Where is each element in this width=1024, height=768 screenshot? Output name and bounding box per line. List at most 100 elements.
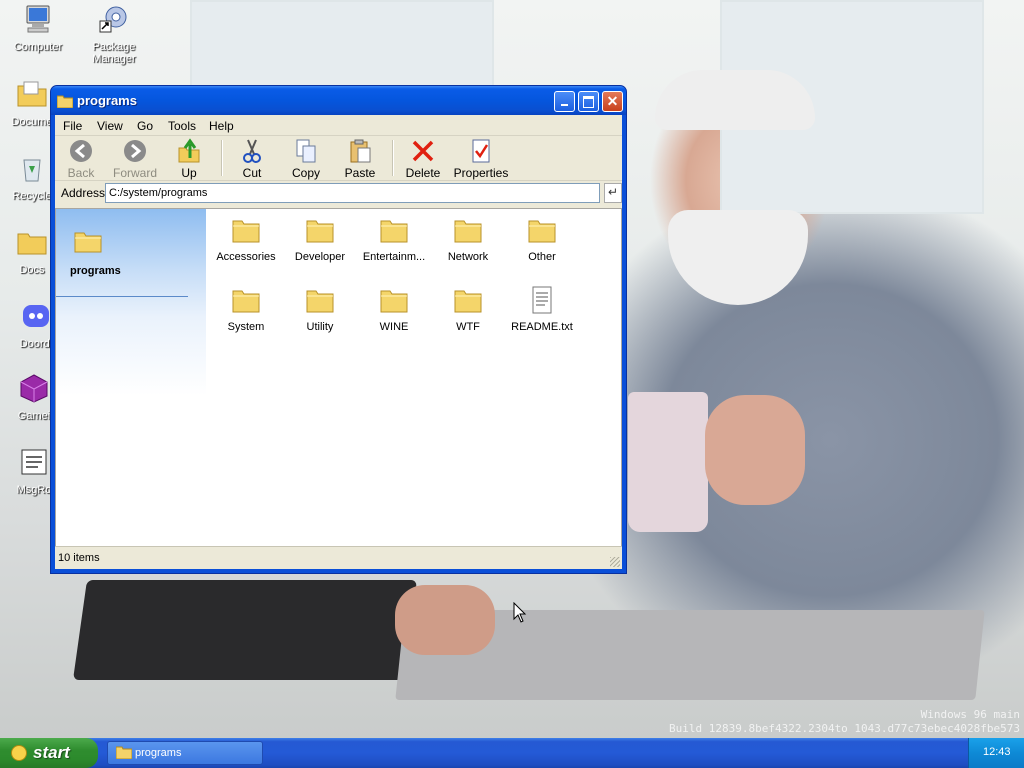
status-text: 10 items	[58, 552, 100, 564]
item-label: WTF	[456, 321, 480, 333]
toolbar-separator	[392, 140, 394, 176]
paste-label: Paste	[344, 166, 376, 180]
up-button[interactable]: Up	[163, 138, 215, 180]
item-label: Other	[528, 251, 556, 263]
delete-label: Delete	[405, 166, 441, 180]
toolbar: Back Forward Up Cut Copy Paste Delete Pr…	[55, 136, 622, 181]
side-panel-title: programs	[70, 265, 121, 277]
side-panel: programs	[56, 209, 206, 546]
item-label: Accessories	[216, 251, 276, 263]
folder-wtf[interactable]: WTF	[431, 285, 505, 334]
paste-button[interactable]: Paste	[334, 138, 386, 180]
start-button[interactable]: start	[0, 738, 98, 768]
menu-go[interactable]: Go	[137, 119, 153, 133]
item-label: System	[227, 321, 265, 333]
folder-other[interactable]: Other	[505, 215, 579, 264]
properties-icon	[472, 139, 490, 163]
clock[interactable]: 12:43	[983, 746, 1011, 758]
mouse-cursor-icon	[513, 602, 527, 623]
forward-arrow-icon	[124, 140, 146, 162]
wallpaper-mug	[628, 392, 708, 532]
window-titlebar[interactable]: programs ✕	[51, 86, 626, 115]
forward-button[interactable]: Forward	[109, 138, 161, 180]
window-title: programs	[77, 93, 137, 108]
item-label: WINE	[379, 321, 409, 333]
folder-icon	[17, 233, 47, 255]
start-label: start	[33, 743, 70, 762]
menu-help[interactable]: Help	[209, 119, 234, 133]
folder-icon	[232, 220, 260, 243]
copy-button[interactable]: Copy	[280, 138, 332, 180]
folder-icon	[528, 220, 556, 243]
wallpaper-hand	[705, 395, 805, 505]
properties-button[interactable]: Properties	[451, 138, 511, 180]
copy-icon	[296, 139, 316, 163]
item-label: README.txt	[511, 321, 573, 333]
folder-icon	[74, 232, 102, 253]
wallpaper-hair	[655, 70, 815, 130]
address-input[interactable]	[105, 183, 600, 203]
wallpaper-hand	[395, 585, 495, 655]
desktop-icon-label: Package Manager	[92, 41, 136, 65]
menu-tools[interactable]: Tools	[168, 119, 196, 133]
smiley-icon	[11, 745, 27, 761]
cut-button[interactable]: Cut	[226, 138, 278, 180]
back-arrow-icon	[70, 140, 92, 162]
maximize-icon	[583, 96, 594, 108]
go-button[interactable]: ↵	[604, 183, 622, 203]
forward-label: Forward	[112, 166, 157, 180]
folder-icon	[306, 220, 334, 243]
package-icon	[99, 6, 127, 33]
explorer-window[interactable]: programs ✕ File View Go Tools Help Back	[50, 85, 627, 574]
resize-grip[interactable]	[610, 557, 620, 567]
item-label: Developer	[294, 251, 346, 263]
desktop-icon-computer[interactable]: Computer	[0, 3, 76, 53]
documents-folder-icon	[17, 81, 47, 107]
copy-label: Copy	[291, 166, 320, 180]
computer-icon	[26, 5, 50, 33]
menu-view[interactable]: View	[97, 119, 123, 133]
folder-developer[interactable]: Developer	[283, 215, 357, 264]
back-label: Back	[67, 166, 95, 180]
wallpaper-window-shape	[190, 0, 494, 94]
side-panel-divider	[56, 296, 188, 297]
back-button[interactable]: Back	[55, 138, 107, 180]
file-view[interactable]: programs Accessories Developer Entertain…	[55, 208, 622, 547]
go-arrow-icon: ↵	[607, 185, 619, 199]
game-icon	[20, 374, 48, 403]
cut-label: Cut	[242, 166, 262, 180]
taskbar-item-programs[interactable]: programs	[107, 741, 263, 765]
properties-label: Properties	[453, 166, 509, 180]
folder-network[interactable]: Network	[431, 215, 505, 264]
folder-wine[interactable]: WINE	[357, 285, 431, 334]
folder-icon	[306, 290, 334, 313]
folder-entertainment[interactable]: Entertainm...	[357, 215, 431, 264]
folder-utility[interactable]: Utility	[283, 285, 357, 334]
address-label: Address	[61, 186, 106, 200]
folder-accessories[interactable]: Accessories	[209, 215, 283, 264]
clipboard-icon	[350, 139, 371, 163]
folder-icon	[380, 290, 408, 313]
window-client-area: File View Go Tools Help Back Forward Up …	[55, 115, 622, 569]
maximize-button[interactable]	[578, 91, 599, 112]
taskbar-item-label: programs	[135, 747, 182, 759]
folder-icon	[380, 220, 408, 243]
delete-button[interactable]: Delete	[397, 138, 449, 180]
folder-icon	[116, 746, 132, 759]
wallpaper-laptop	[72, 580, 418, 680]
build-line: Build 12839.8bef4322.2304to 1043.d77c73e…	[669, 722, 1020, 735]
desktop-icon-label: Computer	[13, 41, 63, 53]
menu-file[interactable]: File	[63, 119, 82, 133]
menu-bar: File View Go Tools Help	[55, 115, 622, 136]
folder-icon	[57, 95, 73, 108]
delete-x-icon	[412, 140, 434, 162]
file-readme[interactable]: README.txt	[505, 285, 579, 334]
address-bar: Address ↵	[55, 181, 622, 206]
folder-system[interactable]: System	[209, 285, 283, 334]
close-button[interactable]: ✕	[602, 91, 623, 112]
minimize-button[interactable]	[554, 91, 575, 112]
item-label: Network	[447, 251, 489, 263]
desktop-icon-package-manager[interactable]: Package Manager	[76, 3, 152, 65]
up-label: Up	[181, 166, 197, 180]
item-label: Utility	[306, 321, 334, 333]
